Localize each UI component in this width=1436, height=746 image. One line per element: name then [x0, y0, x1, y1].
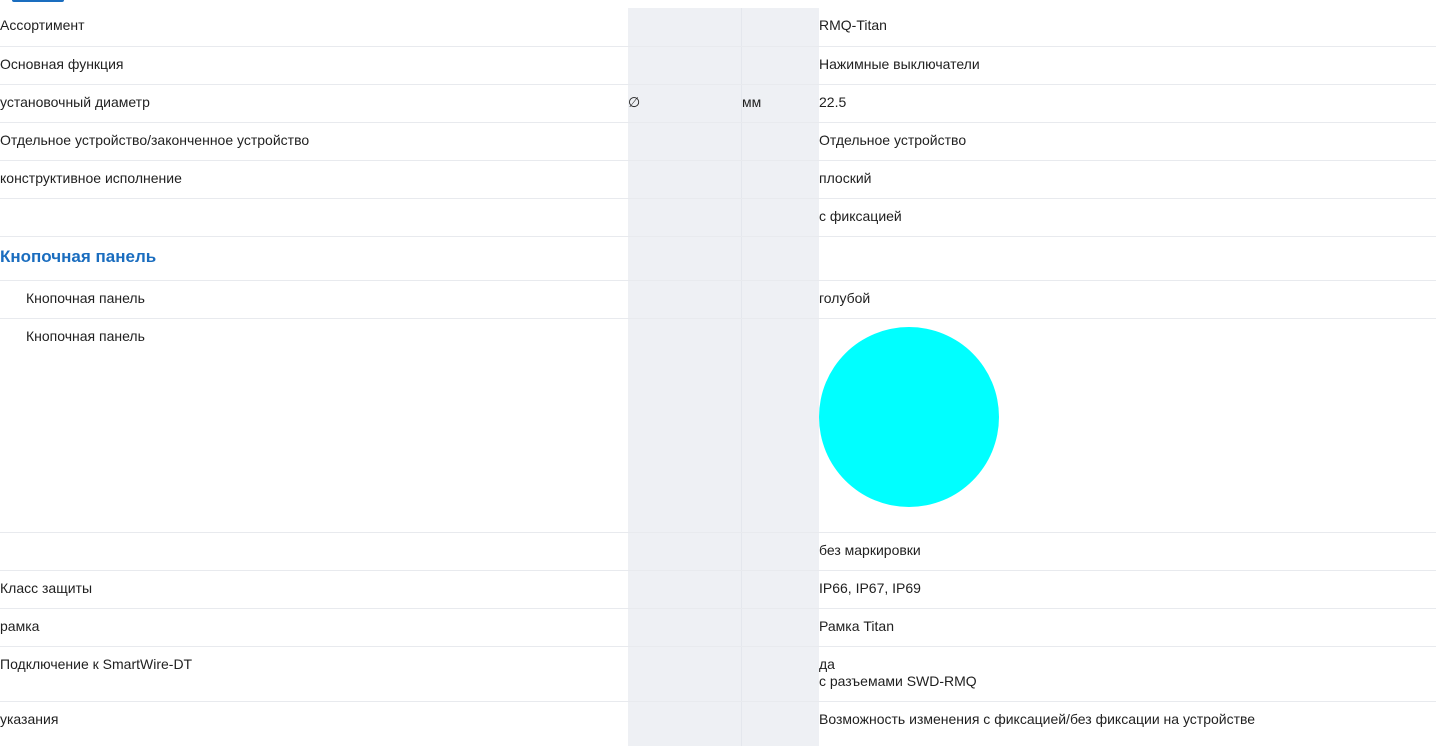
- color-swatch: [819, 326, 999, 507]
- row-label: указания: [0, 710, 59, 727]
- row-value: голубой: [819, 289, 871, 306]
- row-label: Основная функция: [0, 55, 124, 72]
- table-row: Кнопочная панель голубой: [0, 280, 1436, 319]
- row-value: IP66, IP67, IP69: [819, 579, 921, 596]
- row-value: Нажимные выключатели: [819, 55, 980, 72]
- row-value: плоский: [819, 169, 872, 186]
- unit-label: мм: [742, 93, 762, 110]
- row-label: конструктивное исполнение: [0, 169, 182, 186]
- table-row: конструктивное исполнение плоский: [0, 160, 1436, 199]
- row-label: Ассортимент: [0, 17, 85, 33]
- row-value: без маркировки: [819, 541, 921, 558]
- specification-table: Ассортимент RMQ-Titan Основная функция Н…: [0, 8, 1436, 738]
- table-row: Кнопочная панель: [0, 318, 1436, 533]
- row-value-line2: с разъемами SWD-RMQ: [819, 672, 977, 689]
- row-value: Возможность изменения с фиксацией/без фи…: [819, 710, 1256, 727]
- row-value: с фиксацией: [819, 207, 902, 224]
- row-label: рамка: [0, 617, 40, 634]
- row-label: [0, 199, 628, 208]
- table-row: Класс защиты IP66, IP67, IP69: [0, 570, 1436, 609]
- row-value: 22.5: [819, 93, 847, 110]
- row-value-line1: да: [819, 655, 835, 672]
- table-row: указания Возможность изменения с фиксаци…: [0, 701, 1436, 738]
- table-row: Отдельное устройство/законченное устройс…: [0, 122, 1436, 161]
- table-row: рамка Рамка Titan: [0, 608, 1436, 647]
- row-label: [0, 533, 628, 542]
- row-value: RMQ-Titan: [819, 17, 887, 33]
- row-label: Кнопочная панель: [26, 327, 145, 344]
- top-clipped-strip: [0, 0, 1436, 8]
- table-row: установочный диаметр ∅ мм 22.5: [0, 84, 1436, 123]
- table-row: Ассортимент RMQ-Titan: [0, 8, 1436, 47]
- row-label: Отдельное устройство/законченное устройс…: [0, 131, 310, 148]
- row-label: Класс защиты: [0, 579, 93, 596]
- table-row: без маркировки: [0, 532, 1436, 571]
- table-row: Подключение к SmartWire-DT да с разъемам…: [0, 646, 1436, 702]
- row-label: установочный диаметр: [0, 93, 150, 110]
- row-label: Подключение к SmartWire-DT: [0, 655, 193, 672]
- section-title: Кнопочная панель: [0, 246, 157, 266]
- row-label: Кнопочная панель: [26, 289, 145, 306]
- diameter-symbol: ∅: [628, 93, 641, 110]
- row-value: Рамка Titan: [819, 617, 894, 634]
- row-value: Отдельное устройство: [819, 131, 967, 148]
- table-row: Основная функция Нажимные выключатели: [0, 46, 1436, 85]
- table-row: с фиксацией: [0, 198, 1436, 237]
- clipped-section-heading: [12, 0, 64, 2]
- section-header-row: Кнопочная панель: [0, 236, 1436, 281]
